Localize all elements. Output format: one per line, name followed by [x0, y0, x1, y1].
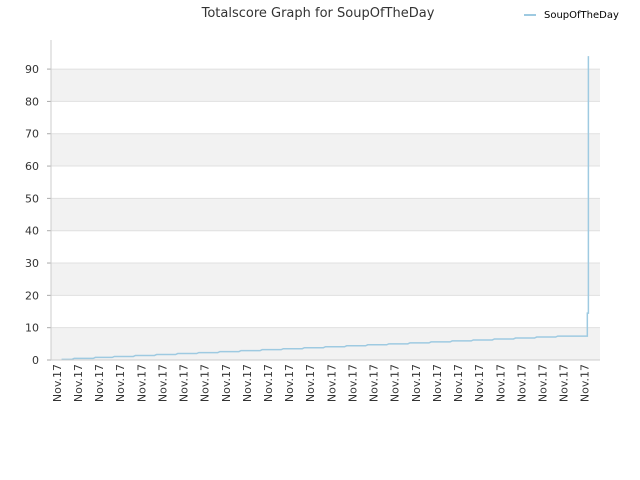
y-tick-label: 60	[25, 160, 39, 173]
plot-band	[51, 166, 600, 199]
x-tick-label: Nov.17	[156, 364, 169, 402]
y-tick-label: 80	[25, 95, 39, 108]
x-tick-label: Nov.17	[346, 364, 359, 402]
y-tick-label: 70	[25, 128, 39, 141]
x-tick-label: Nov.17	[410, 364, 423, 402]
x-tick-label: Nov.17	[579, 364, 592, 402]
chart-title: Totalscore Graph for SoupOfTheDay	[201, 6, 435, 21]
plot-band	[51, 230, 600, 264]
x-tick-label: Nov.17	[494, 364, 507, 402]
x-axis: Nov.17 Nov.17 Nov.17 Nov.17 Nov.17 Nov.17 Nov.…	[51, 364, 592, 402]
plot-band	[51, 40, 600, 70]
x-tick-label: Nov.17	[368, 364, 381, 402]
y-tick-label: 20	[25, 289, 39, 302]
y-tick-label: 30	[25, 257, 39, 270]
x-tick-label: Nov.17	[262, 364, 275, 402]
plot-band	[51, 101, 600, 134]
x-tick-label: Nov.17	[114, 364, 127, 402]
plot-band	[51, 295, 600, 328]
y-tick-label: 90	[25, 63, 39, 76]
x-tick-label: Nov.17	[558, 364, 571, 402]
x-tick-label: Nov.17	[199, 364, 212, 402]
x-tick-label: Nov.17	[431, 364, 444, 402]
x-tick-label: Nov.17	[473, 364, 486, 402]
x-tick-label: Nov.17	[452, 364, 465, 402]
x-tick-label: Nov.17	[135, 364, 148, 402]
x-tick-label: Nov.17	[51, 364, 64, 402]
x-tick-label: Nov.17	[283, 364, 296, 402]
x-tick-label: Nov.17	[241, 364, 254, 402]
y-tick-label: 0	[32, 354, 39, 367]
x-tick-label: Nov.17	[325, 364, 338, 402]
x-tick-label: Nov.17	[93, 364, 106, 402]
x-tick-label: Nov.17	[537, 364, 550, 402]
y-tick-label: 10	[25, 322, 39, 335]
plot-band	[51, 198, 600, 231]
legend-label: SoupOfTheDay	[544, 10, 619, 21]
score-chart: Totalscore Graph for SoupOfTheDay SoupOf…	[25, 6, 619, 402]
plot-band	[51, 133, 600, 167]
x-tick-label: Nov.17	[389, 364, 402, 402]
x-tick-label: Nov.17	[72, 364, 85, 402]
y-tick-label: 50	[25, 192, 39, 205]
plot-band	[51, 263, 600, 296]
x-tick-label: Nov.17	[220, 364, 233, 402]
x-tick-label: Nov.17	[304, 364, 317, 402]
x-tick-label: Nov.17	[178, 364, 191, 402]
plot-band	[51, 69, 600, 102]
x-tick-label: Nov.17	[515, 364, 528, 402]
plot-band	[51, 327, 600, 360]
y-tick-label: 40	[25, 225, 39, 238]
legend: SoupOfTheDay	[524, 10, 619, 21]
y-axis: 0 10 20 30 40 50 60 70 80 90	[25, 63, 51, 367]
plot-background	[51, 40, 600, 360]
